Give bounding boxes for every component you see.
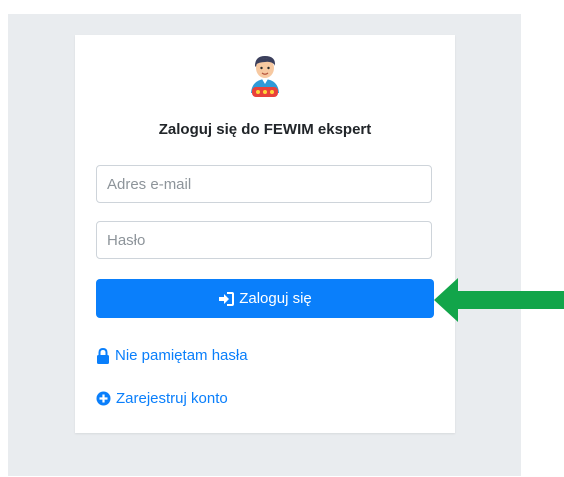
login-button[interactable]: Zaloguj się (96, 279, 434, 318)
password-field[interactable] (96, 221, 432, 259)
forgot-password-link[interactable]: Nie pamiętam hasła (96, 347, 248, 364)
login-title: Zaloguj się do FEWIM ekspert (158, 121, 372, 138)
green-arrow-icon (434, 278, 564, 322)
expert-avatar-icon (251, 56, 279, 97)
login-button-label: Zaloguj się (239, 290, 312, 307)
login-card: Zaloguj się do FEWIM ekspert Zaloguj się… (75, 35, 455, 433)
register-link[interactable]: Zarejestruj konto (96, 390, 228, 407)
lock-icon (97, 347, 109, 364)
forgot-password-label: Nie pamiętam hasła (115, 347, 248, 364)
plus-circle-icon (96, 391, 111, 406)
sign-in-icon (219, 291, 235, 306)
email-field[interactable] (96, 165, 432, 203)
register-label: Zarejestruj konto (116, 390, 228, 407)
